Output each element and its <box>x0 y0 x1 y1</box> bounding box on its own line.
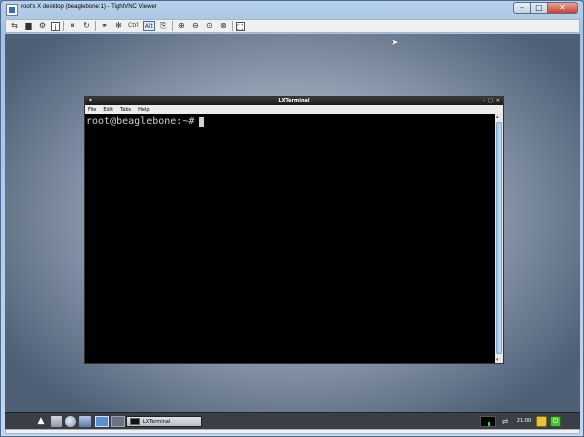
window-titlebar[interactable]: root's X desktop (beaglebone:1) - TightV… <box>1 1 583 19</box>
options-icon[interactable]: ⚙ <box>37 21 48 31</box>
save-icon[interactable]: ▆ <box>23 21 34 31</box>
toolbar-separator <box>63 21 64 31</box>
alt-toggle-button[interactable]: Alt <box>142 21 155 31</box>
zoom-in-icon[interactable]: ⊕ <box>176 21 187 31</box>
web-browser-icon[interactable] <box>65 416 76 427</box>
scroll-up-arrow-icon[interactable]: ▴ <box>496 114 499 120</box>
menu-edit[interactable]: Edit <box>103 107 113 113</box>
lock-screen-icon[interactable] <box>536 416 547 427</box>
toolbar-separator <box>231 21 233 31</box>
menu-help[interactable]: Help <box>138 107 149 113</box>
start-menu-icon[interactable]: ▲ <box>35 416 47 427</box>
clipboard-icon[interactable]: ⎘ <box>158 21 169 31</box>
lxterminal-window[interactable]: ▾ LXTerminal – □ ✕ File Edit Tabs Help r… <box>84 96 504 364</box>
taskbar-button-label: LXTerminal <box>143 418 171 425</box>
tightvnc-icon[interactable] <box>6 4 18 16</box>
taskbar-button-lxterminal[interactable]: LXTerminal <box>126 416 202 427</box>
window-title: root's X desktop (beaglebone:1) - TightV… <box>21 4 157 10</box>
new-connection-icon[interactable]: ⇆ <box>9 21 20 31</box>
text-cursor <box>199 116 205 127</box>
ctrl-toggle-button[interactable]: Ctrl <box>127 21 140 31</box>
scroll-down-arrow-icon[interactable]: ▾ <box>496 357 499 363</box>
file-manager-icon[interactable] <box>51 416 62 427</box>
terminal-menubar: File Edit Tabs Help <box>85 105 503 114</box>
remote-desktop[interactable]: ➤ ▾ LXTerminal – □ ✕ File Edit Tabs Help… <box>5 34 580 412</box>
lxpanel-taskbar: ▲ LXTerminal ⇌ 21:00 ⏻ <box>5 412 580 429</box>
zoom-out-icon[interactable]: ⊖ <box>190 21 201 31</box>
close-button[interactable]: ✕ <box>548 2 578 14</box>
terminal-title: LXTerminal <box>278 98 310 104</box>
workspace-1-button[interactable] <box>95 416 109 427</box>
toolbar-separator <box>95 21 96 31</box>
toolbar-separator <box>171 21 173 31</box>
vnc-toolbar: ⇆ ▆ ⚙ i ⏸ ↻ ⚭ ✻ Ctrl Alt ⎘ ⊕ ⊖ ⊙ ⊗ ⛶ <box>5 19 580 33</box>
logout-icon[interactable]: ⏻ <box>550 416 561 427</box>
terminal-window-buttons: – □ ✕ <box>480 97 500 105</box>
window-bottom-border <box>5 429 580 434</box>
prompt-line: root@beaglebone:~# <box>86 116 205 127</box>
fullscreen-icon[interactable]: ⛶ <box>235 21 245 32</box>
show-desktop-icon[interactable] <box>79 416 91 427</box>
terminal-titlebar[interactable]: ▾ LXTerminal – □ ✕ <box>85 97 503 105</box>
terminal-maximize-button[interactable]: □ <box>488 97 493 105</box>
refresh-icon[interactable]: ↻ <box>81 21 92 31</box>
scrollbar-thumb[interactable] <box>496 122 502 354</box>
cpu-monitor <box>480 416 496 427</box>
terminal-screen[interactable]: root@beaglebone:~# <box>85 114 495 363</box>
zoom-100-icon[interactable]: ⊙ <box>204 21 215 31</box>
clock[interactable]: 21:00 <box>514 416 534 427</box>
terminal-icon <box>130 418 140 425</box>
vnc-viewer-window: root's X desktop (beaglebone:1) - TightV… <box>0 0 584 437</box>
network-icon[interactable]: ⇌ <box>499 416 511 427</box>
maximize-button[interactable]: □ <box>531 2 548 14</box>
terminal-close-button[interactable]: ✕ <box>496 97 500 105</box>
connection-info-icon[interactable]: i <box>51 21 60 32</box>
caption-buttons: – □ ✕ <box>513 2 578 14</box>
shell-prompt: root@beaglebone:~# <box>86 116 195 127</box>
workspace-2-button[interactable] <box>111 416 125 427</box>
minimize-button[interactable]: – <box>513 2 531 14</box>
menu-file[interactable]: File <box>88 107 96 113</box>
zoom-fit-icon[interactable]: ⊗ <box>218 21 229 31</box>
mouse-pointer-icon: ➤ <box>391 38 399 48</box>
menu-tabs[interactable]: Tabs <box>120 107 131 113</box>
pause-icon[interactable]: ⏸ <box>67 21 78 31</box>
win-key-icon[interactable]: ✻ <box>113 21 124 31</box>
terminal-minimize-button[interactable]: – <box>483 97 486 105</box>
ctrl-alt-del-icon[interactable]: ⚭ <box>99 21 110 31</box>
terminal-scrollbar[interactable]: ▴ ▾ <box>495 114 503 363</box>
